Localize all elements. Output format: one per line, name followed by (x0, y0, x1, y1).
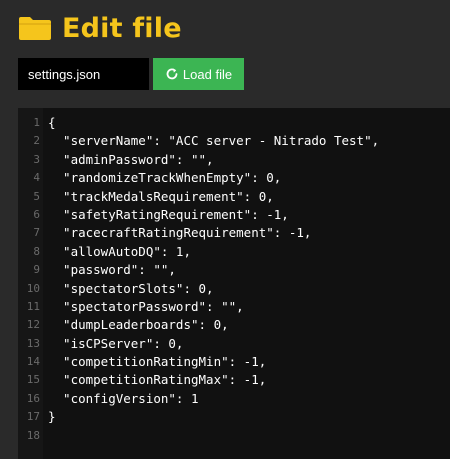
code-text[interactable]: "configVersion": 1 (48, 390, 198, 408)
code-text[interactable]: "spectatorSlots": 0, (48, 280, 214, 298)
line-number: 9 (33, 263, 40, 277)
code-line: 10 "spectatorSlots": 0, (18, 280, 450, 298)
code-line: 2 "serverName": "ACC server - Nitrado Te… (18, 132, 450, 150)
line-number: 8 (33, 244, 40, 258)
code-line: 5 "trackMedalsRequirement": 0, (18, 188, 450, 206)
code-text[interactable]: "isCPServer": 0, (48, 335, 183, 353)
load-file-button[interactable]: Load file (153, 58, 244, 90)
code-line: 15 "competitionRatingMax": -1, (18, 371, 450, 389)
edit-file-page: Edit file Load file 1{2 "serverName": "A… (0, 0, 450, 459)
line-number: 1 (33, 116, 40, 129)
code-text[interactable]: "allowAutoDQ": 1, (48, 243, 191, 261)
code-text[interactable]: "safetyRatingRequirement": -1, (48, 206, 289, 224)
code-text[interactable]: "password": "", (48, 261, 176, 279)
line-number: 14 (26, 355, 40, 369)
code-line: 11 "spectatorPassword": "", (18, 298, 450, 316)
line-number: 10 (26, 281, 40, 295)
code-text[interactable]: "adminPassword": "", (48, 151, 214, 169)
code-line: 8 "allowAutoDQ": 1, (18, 243, 450, 261)
code-text[interactable]: "competitionRatingMin": -1, (48, 353, 266, 371)
line-number: 3 (33, 152, 40, 166)
code-text[interactable]: "competitionRatingMax": -1, (48, 371, 266, 389)
line-number: 16 (26, 391, 40, 405)
code-text[interactable]: "trackMedalsRequirement": 0, (48, 188, 274, 206)
code-editor[interactable]: 1{2 "serverName": "ACC server - Nitrado … (18, 108, 450, 459)
line-number: 13 (26, 336, 40, 350)
line-number: 4 (33, 171, 40, 185)
line-number: 6 (33, 207, 40, 221)
code-line: 13 "isCPServer": 0, (18, 335, 450, 353)
code-line: 18 (18, 427, 450, 445)
line-number: 18 (26, 428, 40, 442)
code-text[interactable]: { (48, 114, 56, 132)
code-text[interactable]: "racecraftRatingRequirement": -1, (48, 224, 311, 242)
code-line: 14 "competitionRatingMin": -1, (18, 353, 450, 371)
page-header: Edit file (18, 10, 182, 46)
code-line: 16 "configVersion": 1 (18, 390, 450, 408)
line-number: 15 (26, 373, 40, 387)
code-line: 4 "randomizeTrackWhenEmpty": 0, (18, 169, 450, 187)
load-file-label: Load file (182, 66, 233, 82)
code-line: 17} (18, 408, 450, 426)
code-line: 9 "password": "", (18, 261, 450, 279)
filename-input[interactable] (18, 58, 149, 90)
code-text[interactable]: "dumpLeaderboards": 0, (48, 316, 229, 334)
line-number: 17 (26, 410, 40, 424)
reload-icon (165, 67, 179, 81)
page-title: Edit file (62, 12, 182, 44)
code-lines: 1{2 "serverName": "ACC server - Nitrado … (18, 114, 450, 445)
code-line: 7 "racecraftRatingRequirement": -1, (18, 224, 450, 242)
line-number: 7 (33, 226, 40, 240)
code-text[interactable]: "randomizeTrackWhenEmpty": 0, (48, 169, 281, 187)
line-number: 12 (26, 318, 40, 332)
code-line: 3 "adminPassword": "", (18, 151, 450, 169)
line-number: 2 (33, 134, 40, 148)
code-text[interactable]: "spectatorPassword": "", (48, 298, 244, 316)
code-line: 12 "dumpLeaderboards": 0, (18, 316, 450, 334)
code-line: 6 "safetyRatingRequirement": -1, (18, 206, 450, 224)
code-text[interactable]: "serverName": "ACC server - Nitrado Test… (48, 132, 379, 150)
folder-icon (18, 15, 52, 41)
code-text[interactable]: } (48, 408, 56, 426)
code-line: 1{ (18, 114, 450, 132)
line-number: 11 (26, 299, 40, 313)
file-toolbar: Load file (18, 58, 244, 90)
line-number: 5 (33, 189, 40, 203)
